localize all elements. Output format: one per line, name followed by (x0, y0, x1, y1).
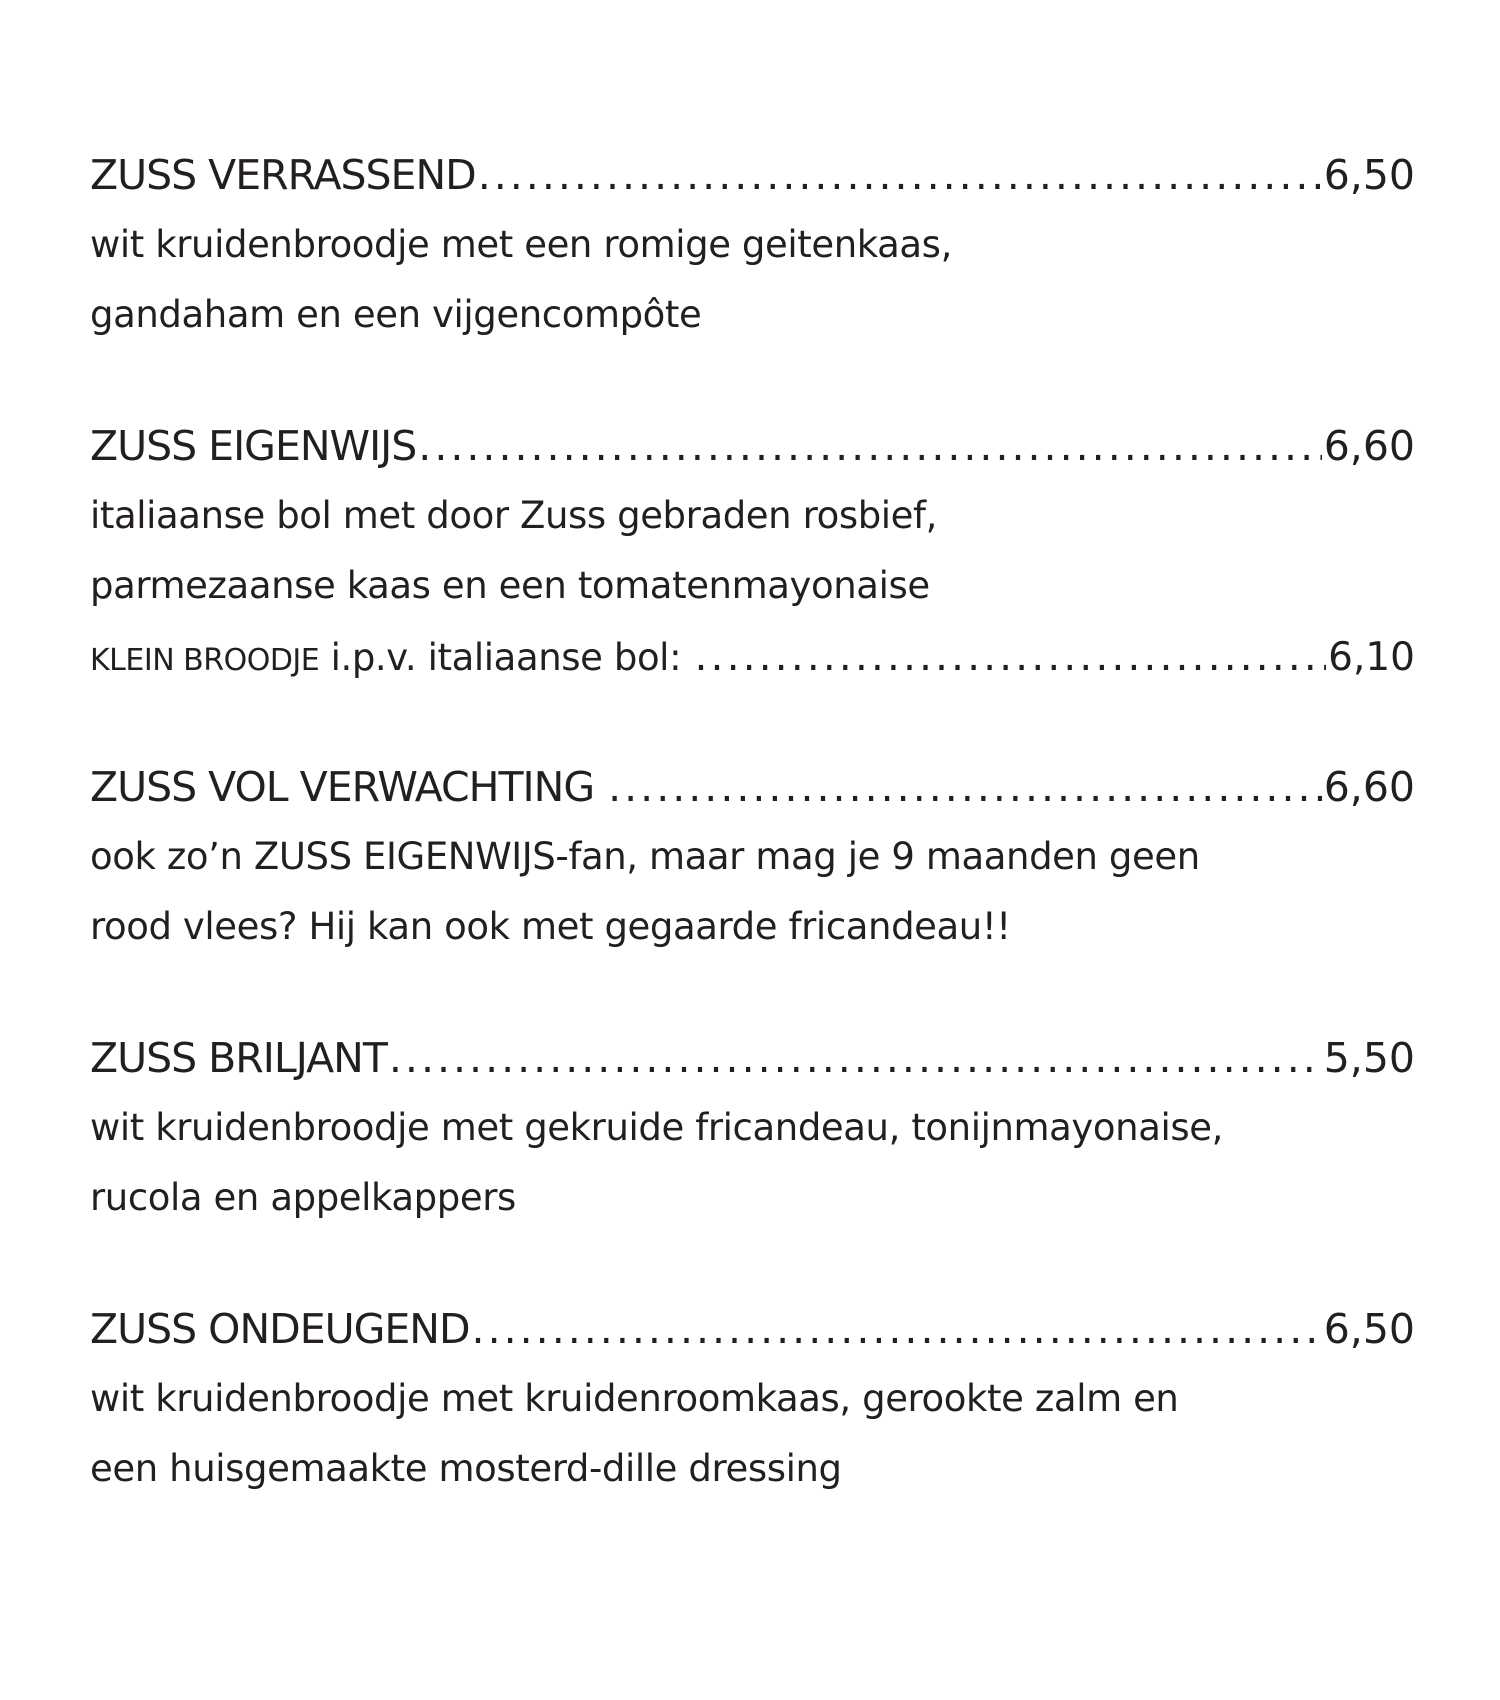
menu-item-header: ZUSS ONDEUGEND 6,50 (90, 1294, 1415, 1364)
menu-item-description: wit kruidenbroodje met gekruide fricande… (90, 1106, 1223, 1149)
menu-item-description: ook zo’n ZUSS EIGENWIJS-fan, maar mag je… (90, 835, 1200, 878)
menu-item-description: wit kruidenbroodje met kruidenroomkaas, … (90, 1377, 1179, 1420)
menu-item-price: 6,60 (1323, 763, 1415, 811)
menu-item-price: 6,50 (1323, 151, 1415, 199)
menu-item-description: italiaanse bol met door Zuss gebraden ro… (90, 494, 938, 537)
menu-item-description: een huisgemaakte mosterd-dille dressing (90, 1447, 842, 1490)
menu-item-title: ZUSS VERRASSEND (90, 151, 477, 199)
menu-item-verrassend: ZUSS VERRASSEND 6,50 wit kruidenbroodje … (90, 140, 1415, 350)
option-text-value: i.p.v. italiaanse bol: (330, 636, 682, 679)
menu-item-briljant: ZUSS BRILJANT 5,50 wit kruidenbroodje me… (90, 1023, 1415, 1233)
menu-item-eigenwijs: ZUSS EIGENWIJS 6,60 italiaanse bol met d… (90, 411, 1415, 691)
menu-item-header: ZUSS VOL VERWACHTING 6,60 (90, 752, 1415, 822)
menu-item-option: KLEIN BROODJE i.p.v. italiaanse bol: 6,1… (90, 621, 1415, 691)
menu-item-description: gandaham en een vijgencompôte (90, 293, 702, 336)
menu-item-description: parmezaanse kaas en een tomatenmayonaise (90, 564, 930, 607)
dot-leader (695, 621, 1327, 691)
dot-leader (389, 1023, 1322, 1093)
menu-list: ZUSS VERRASSEND 6,50 wit kruidenbroodje … (90, 140, 1415, 1565)
menu-item-title: ZUSS EIGENWIJS (90, 422, 417, 470)
menu-item-header: ZUSS EIGENWIJS 6,60 (90, 411, 1415, 481)
menu-item-price: 5,50 (1323, 1034, 1415, 1082)
option-label: KLEIN BROODJE (90, 643, 320, 678)
menu-item-title: ZUSS BRILJANT (90, 1034, 388, 1082)
menu-item-header: ZUSS BRILJANT 5,50 (90, 1023, 1415, 1093)
menu-item-description: rucola en appelkappers (90, 1176, 516, 1219)
dot-leader (478, 140, 1322, 210)
menu-item-title: ZUSS ONDEUGEND (90, 1305, 471, 1353)
dot-leader (472, 1294, 1322, 1364)
menu-item-ondeugend: ZUSS ONDEUGEND 6,50 wit kruidenbroodje m… (90, 1294, 1415, 1504)
menu-item-title: ZUSS VOL VERWACHTING (90, 763, 595, 811)
menu-item-price: 6,60 (1323, 422, 1415, 470)
menu-item-description: rood vlees? Hij kan ook met gegaarde fri… (90, 905, 1011, 948)
option-price: 6,10 (1328, 635, 1415, 680)
menu-item-header: ZUSS VERRASSEND 6,50 (90, 140, 1415, 210)
option-text: i.p.v. italiaanse bol: (319, 623, 692, 693)
dot-leader (608, 752, 1322, 822)
menu-item-vol-verwachting: ZUSS VOL VERWACHTING 6,60 ook zo’n ZUSS … (90, 752, 1415, 962)
menu-item-price: 6,50 (1323, 1305, 1415, 1353)
menu-item-description: wit kruidenbroodje met een romige geiten… (90, 223, 952, 266)
dot-leader (418, 411, 1321, 481)
